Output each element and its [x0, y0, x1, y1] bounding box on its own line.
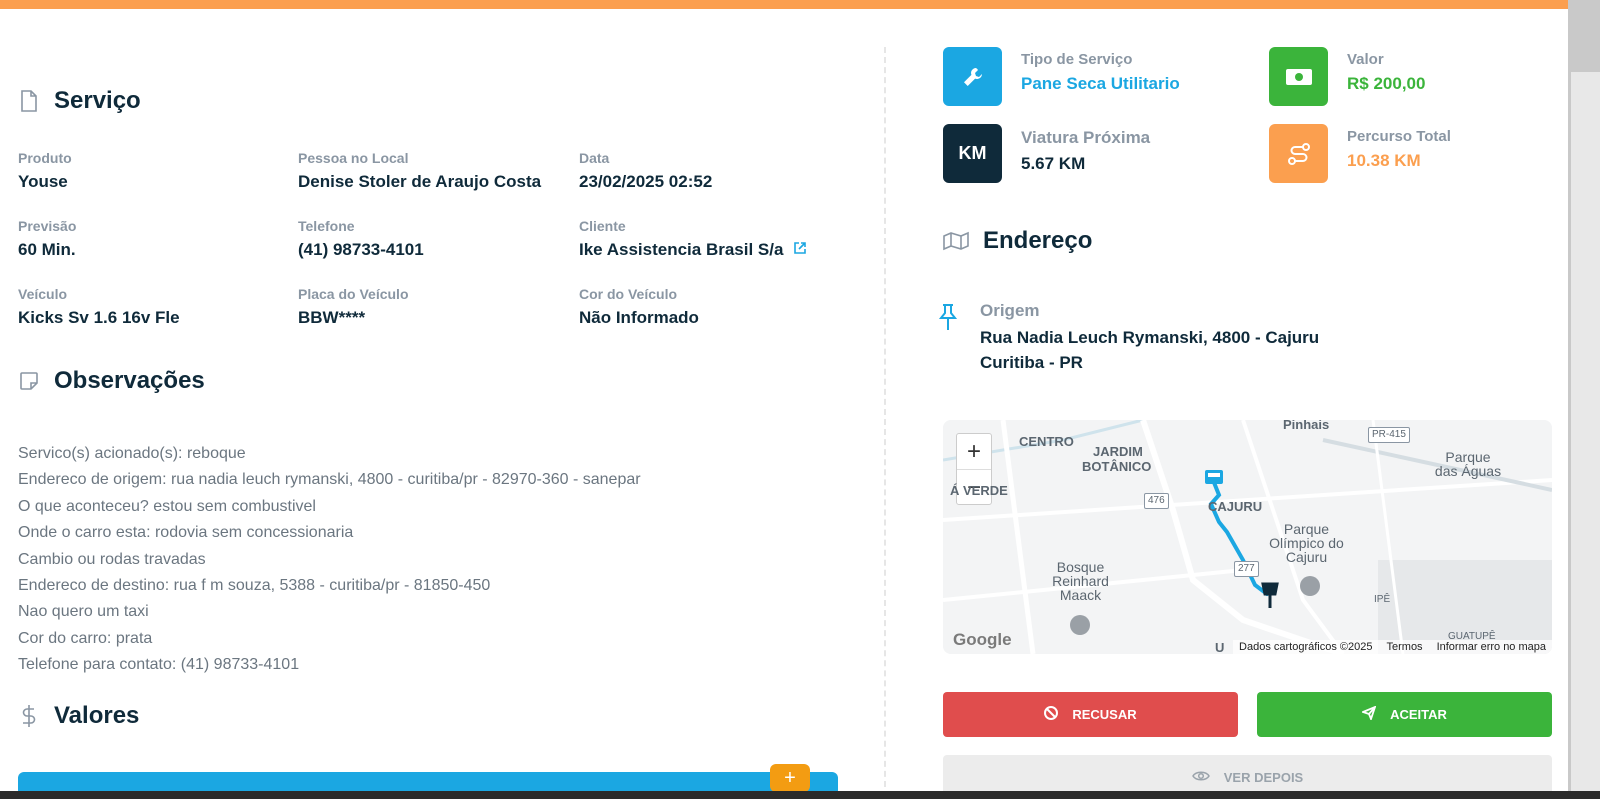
map-label: CAJURU: [1208, 499, 1263, 514]
route-icon: [1269, 124, 1328, 183]
field-pessoa-local: Pessoa no Local Denise Stoler de Araujo …: [298, 150, 542, 191]
observacoes-heading: Observações: [18, 367, 205, 395]
field-previsao: Previsão 60 Min.: [18, 218, 77, 259]
endereco-heading: Endereço: [943, 227, 1092, 255]
map-label: PR-415: [1368, 427, 1410, 443]
terms-link[interactable]: Termos: [1387, 641, 1423, 653]
map-label: JARDIM: [1093, 444, 1143, 459]
dollar-icon: [18, 705, 40, 727]
field-veiculo: Veículo Kicks Sv 1.6 16v Fle: [18, 286, 180, 327]
obs-line: Servico(s) acionado(s): reboque: [18, 445, 246, 462]
field-placa: Placa do Veículo BBW****: [298, 286, 409, 327]
map-label: 476: [1144, 493, 1169, 509]
obs-line: Endereco de origem: rua nadia leuch ryma…: [18, 471, 641, 489]
valores-heading: Valores: [18, 702, 139, 730]
money-icon: [1269, 47, 1328, 106]
google-logo: Google: [953, 630, 1012, 649]
obs-line: O que aconteceu? estou sem combustivel: [18, 497, 316, 515]
ban-icon: [1044, 706, 1059, 723]
background-panel-peek: [1568, 0, 1600, 791]
stat-percurso-total: Percurso Total 10.38 KM: [1269, 124, 1451, 183]
column-divider: [884, 47, 886, 791]
map-label: Parque Olímpico do Cajuru: [1269, 521, 1344, 565]
map-label: Á VERDE: [950, 483, 1008, 498]
obs-line: Telefone para contato: (41) 98733-4101: [18, 656, 300, 674]
add-valor-button[interactable]: +: [770, 764, 810, 791]
origem-block: Origem Rua Nadia Leuch Rymanski, 4800 - …: [937, 301, 1319, 372]
vehicle-icon: [1205, 470, 1223, 484]
external-link-icon[interactable]: [793, 240, 807, 260]
obs-line: Cor do carro: prata: [18, 629, 153, 647]
observacoes-text: Servico(s) acionado(s): reboque Endereco…: [18, 441, 641, 679]
stat-valor: Valor R$ 200,00: [1269, 47, 1425, 106]
field-cliente: Cliente Ike Assistencia Brasil S/a: [579, 218, 807, 260]
valores-table-header: [18, 772, 838, 791]
top-accent-bar: [0, 0, 1572, 9]
obs-line: Cambio ou rodas travadas: [18, 550, 206, 568]
aceitar-button[interactable]: ACEITAR: [1257, 692, 1552, 737]
stat-viatura-proxima: KM Viatura Próxima 5.67 KM: [943, 124, 1150, 183]
map-label: IPÊ: [1374, 594, 1391, 605]
field-produto: Produto Youse: [18, 150, 72, 191]
map-label: Parque das Águas: [1434, 449, 1502, 479]
obs-line: Nao quero um taxi: [18, 603, 149, 621]
document-icon: [18, 90, 40, 112]
map-label: Bosque Reinhard Maack: [1052, 559, 1109, 603]
map-label: BOTÂNICO: [1082, 459, 1152, 474]
map-label: 277: [1234, 561, 1259, 577]
recusar-button[interactable]: RECUSAR: [943, 692, 1238, 737]
sticky-note-icon: [18, 370, 40, 392]
wrench-icon: [943, 47, 1002, 106]
report-error-link[interactable]: Informar erro no mapa: [1437, 641, 1546, 653]
km-icon: KM: [943, 124, 1002, 183]
service-detail-panel: Serviço Produto Youse Pessoa no Local De…: [0, 9, 1568, 791]
servico-heading: Serviço: [18, 87, 141, 115]
send-icon: [1360, 705, 1377, 723]
map-label: U: [1215, 640, 1225, 655]
zoom-in-button[interactable]: +: [957, 434, 991, 469]
field-cor: Cor do Veículo Não Informado: [579, 286, 699, 327]
route-map[interactable]: + − Pinhais PR-415 CENTRO JARDIM BOTÂNIC…: [943, 420, 1552, 654]
eye-icon: [1191, 770, 1210, 785]
map-icon: [943, 230, 969, 252]
map-label: CENTRO: [1019, 434, 1074, 449]
map-label: Pinhais: [1283, 420, 1330, 432]
obs-line: Onde o carro esta: rodovia sem concessio…: [18, 524, 354, 542]
bottom-taskbar-strip: [0, 791, 1600, 799]
ver-depois-button[interactable]: VER DEPOIS: [943, 755, 1552, 791]
map-attribution: Dados cartográficos ©2025 Termos Informa…: [1233, 640, 1552, 654]
cliente-value: Ike Assistencia Brasil S/a: [579, 240, 784, 259]
obs-line: Endereco de destino: rua f m souza, 5388…: [18, 577, 491, 595]
stat-tipo-servico: Tipo de Serviço Pane Seca Utilitario: [943, 47, 1180, 106]
field-data: Data 23/02/2025 02:52: [579, 150, 713, 191]
pin-icon: [937, 303, 959, 372]
field-telefone: Telefone (41) 98733-4101: [298, 218, 424, 259]
